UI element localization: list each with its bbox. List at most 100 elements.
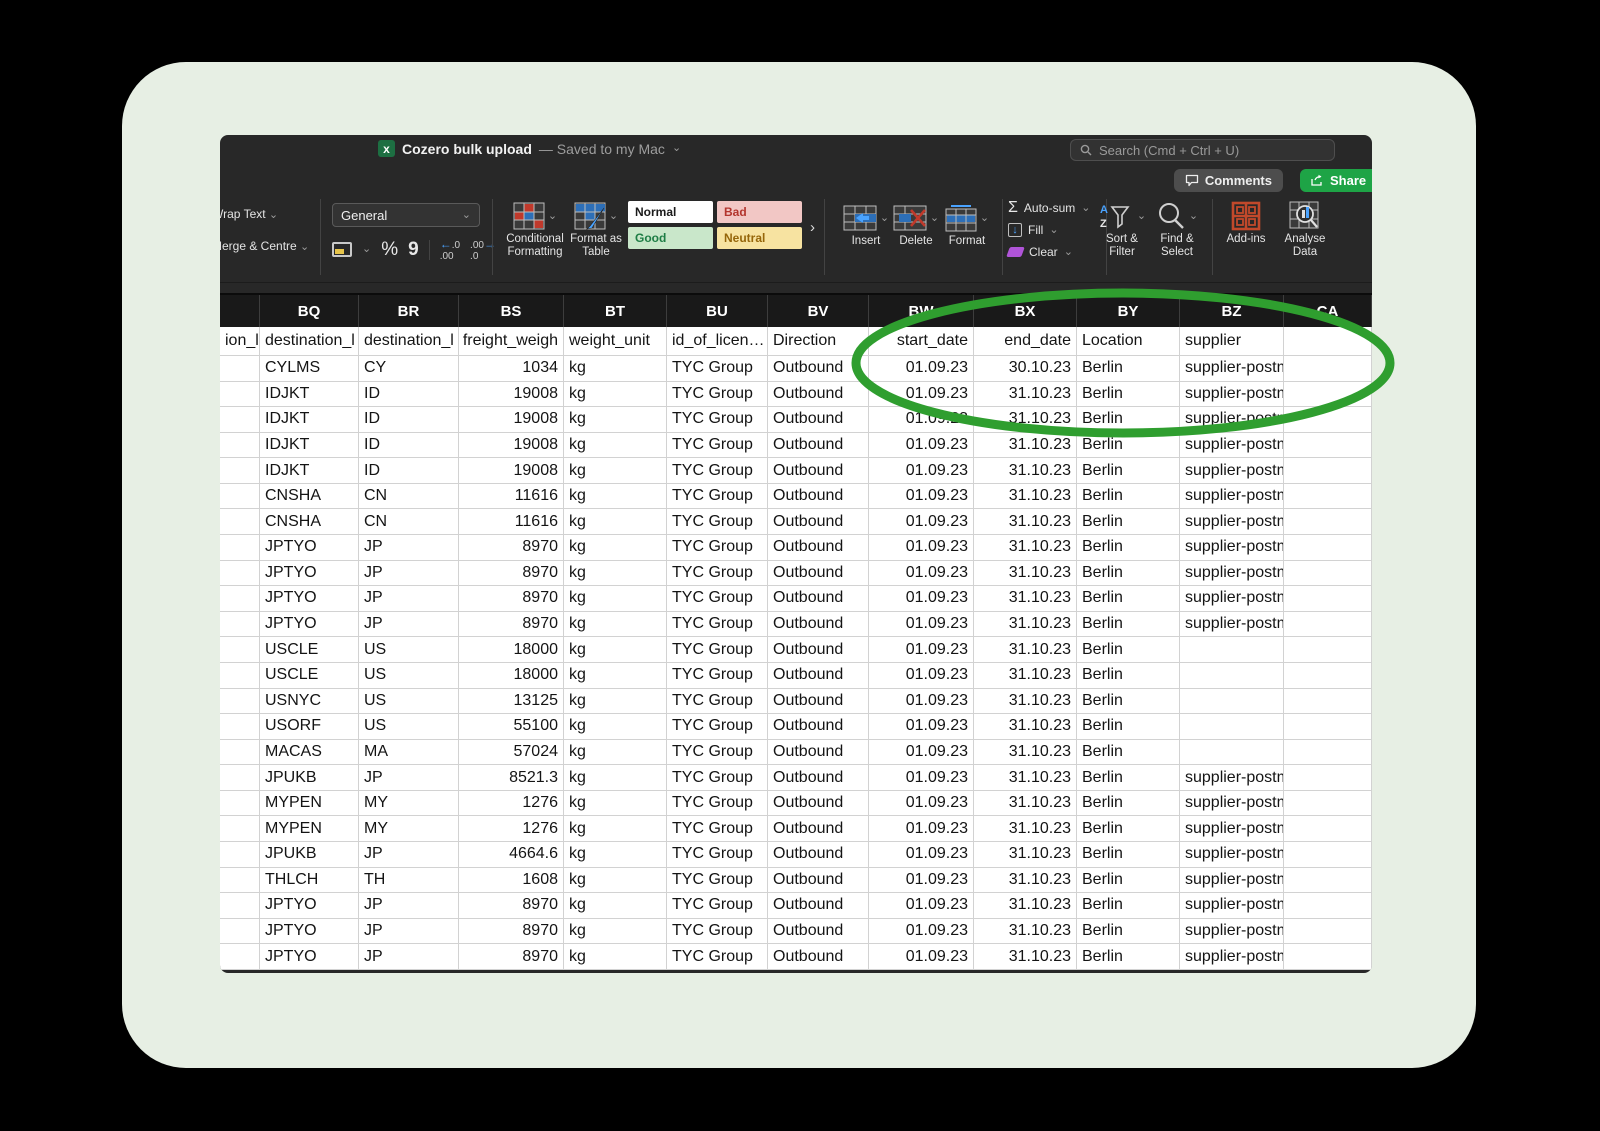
increase-decimal-icon[interactable]: ←.0.00 — [440, 237, 460, 262]
cell[interactable]: TYC Group — [667, 433, 768, 459]
cell[interactable]: CNSHA — [260, 484, 359, 510]
cell[interactable]: THLCH — [260, 868, 359, 894]
column-letter[interactable]: BU — [667, 295, 768, 327]
cell[interactable] — [220, 791, 260, 817]
cell[interactable]: Berlin — [1077, 637, 1180, 663]
cell[interactable]: CN — [359, 484, 459, 510]
percent-style-icon[interactable]: % — [381, 239, 398, 261]
cell[interactable]: 01.09.23 — [869, 509, 974, 535]
find-select-button[interactable]: ⌄ Find & Select — [1148, 199, 1206, 259]
cell[interactable] — [220, 816, 260, 842]
cell[interactable]: ID — [359, 433, 459, 459]
cell[interactable]: IDJKT — [260, 407, 359, 433]
cell[interactable]: supplier-postman1 — [1180, 944, 1284, 970]
style-normal[interactable]: Normal — [628, 201, 713, 223]
cell[interactable]: Outbound — [768, 561, 869, 587]
cell[interactable] — [1284, 842, 1372, 868]
cell[interactable]: TYC Group — [667, 816, 768, 842]
cell[interactable]: kg — [564, 740, 667, 766]
field-name-cell[interactable]: id_of_licen… — [667, 327, 768, 356]
cell[interactable] — [220, 484, 260, 510]
cell[interactable]: 11616 — [459, 484, 564, 510]
accounting-format-icon[interactable] — [332, 242, 352, 257]
gallery-more-arrow[interactable]: › — [810, 219, 815, 236]
cell[interactable]: JPTYO — [260, 586, 359, 612]
cell[interactable]: 01.09.23 — [869, 663, 974, 689]
cell[interactable] — [1284, 407, 1372, 433]
cell[interactable]: kg — [564, 433, 667, 459]
cell[interactable]: Outbound — [768, 765, 869, 791]
cell[interactable]: CYLMS — [260, 356, 359, 382]
cell[interactable]: 01.09.23 — [869, 612, 974, 638]
cell[interactable]: Berlin — [1077, 382, 1180, 408]
cell[interactable] — [1284, 816, 1372, 842]
cell[interactable]: JPTYO — [260, 612, 359, 638]
cell[interactable]: Outbound — [768, 484, 869, 510]
cell[interactable]: 31.10.23 — [974, 740, 1077, 766]
cell[interactable]: Berlin — [1077, 816, 1180, 842]
cell[interactable]: CNSHA — [260, 509, 359, 535]
cell[interactable]: IDJKT — [260, 433, 359, 459]
field-name-cell[interactable]: destination_l — [359, 327, 459, 356]
cell[interactable]: 18000 — [459, 663, 564, 689]
chevron-down-icon[interactable]: ⌄ — [362, 244, 371, 255]
column-letter[interactable] — [220, 295, 260, 327]
cell[interactable]: Berlin — [1077, 944, 1180, 970]
cell[interactable]: kg — [564, 561, 667, 587]
cell[interactable]: JP — [359, 842, 459, 868]
search-input[interactable]: Search (Cmd + Ctrl + U) — [1070, 139, 1335, 161]
cell[interactable] — [1284, 740, 1372, 766]
cell[interactable] — [220, 689, 260, 715]
style-neutral[interactable]: Neutral — [717, 227, 802, 249]
cell[interactable]: Berlin — [1077, 765, 1180, 791]
cell[interactable] — [220, 561, 260, 587]
cell[interactable] — [1180, 663, 1284, 689]
cell[interactable]: ID — [359, 407, 459, 433]
cell[interactable]: Berlin — [1077, 407, 1180, 433]
cell[interactable] — [1284, 868, 1372, 894]
cell[interactable]: supplier-postman1 — [1180, 765, 1284, 791]
cell[interactable]: Outbound — [768, 816, 869, 842]
cell[interactable]: 18000 — [459, 637, 564, 663]
cell[interactable]: supplier-postman1 — [1180, 458, 1284, 484]
cell[interactable] — [220, 433, 260, 459]
cell[interactable]: Berlin — [1077, 689, 1180, 715]
cell[interactable]: 31.10.23 — [974, 893, 1077, 919]
cell[interactable]: kg — [564, 765, 667, 791]
cell[interactable] — [1284, 765, 1372, 791]
cell[interactable]: MY — [359, 816, 459, 842]
cell[interactable]: kg — [564, 791, 667, 817]
cell[interactable]: TYC Group — [667, 893, 768, 919]
cell[interactable]: kg — [564, 842, 667, 868]
cell[interactable]: supplier-postman1 — [1180, 842, 1284, 868]
cell[interactable]: kg — [564, 458, 667, 484]
cell[interactable]: Outbound — [768, 612, 869, 638]
cell[interactable]: 57024 — [459, 740, 564, 766]
cell[interactable]: 01.09.23 — [869, 433, 974, 459]
cell[interactable]: 01.09.23 — [869, 944, 974, 970]
cell[interactable]: kg — [564, 509, 667, 535]
cell[interactable] — [1284, 382, 1372, 408]
cell[interactable]: supplier-postman1 — [1180, 509, 1284, 535]
cell[interactable]: JPTYO — [260, 944, 359, 970]
cell[interactable]: kg — [564, 893, 667, 919]
cell[interactable]: supplier-postman1 — [1180, 868, 1284, 894]
cell[interactable]: 31.10.23 — [974, 765, 1077, 791]
sort-filter-button[interactable]: A Z ⌄ Sort & Filter — [1092, 199, 1152, 259]
cell[interactable]: Outbound — [768, 586, 869, 612]
cell[interactable]: 01.09.23 — [869, 561, 974, 587]
cell[interactable]: Berlin — [1077, 561, 1180, 587]
cell[interactable]: TYC Group — [667, 586, 768, 612]
cell[interactable]: US — [359, 689, 459, 715]
cell[interactable]: 1608 — [459, 868, 564, 894]
cell[interactable]: Berlin — [1077, 893, 1180, 919]
cell[interactable]: JP — [359, 561, 459, 587]
cell[interactable] — [220, 407, 260, 433]
cell[interactable] — [220, 356, 260, 382]
cell[interactable]: kg — [564, 868, 667, 894]
cell[interactable]: Berlin — [1077, 791, 1180, 817]
column-letter[interactable]: BS — [459, 295, 564, 327]
cell[interactable]: MA — [359, 740, 459, 766]
cell[interactable]: 31.10.23 — [974, 561, 1077, 587]
cell[interactable]: TYC Group — [667, 740, 768, 766]
